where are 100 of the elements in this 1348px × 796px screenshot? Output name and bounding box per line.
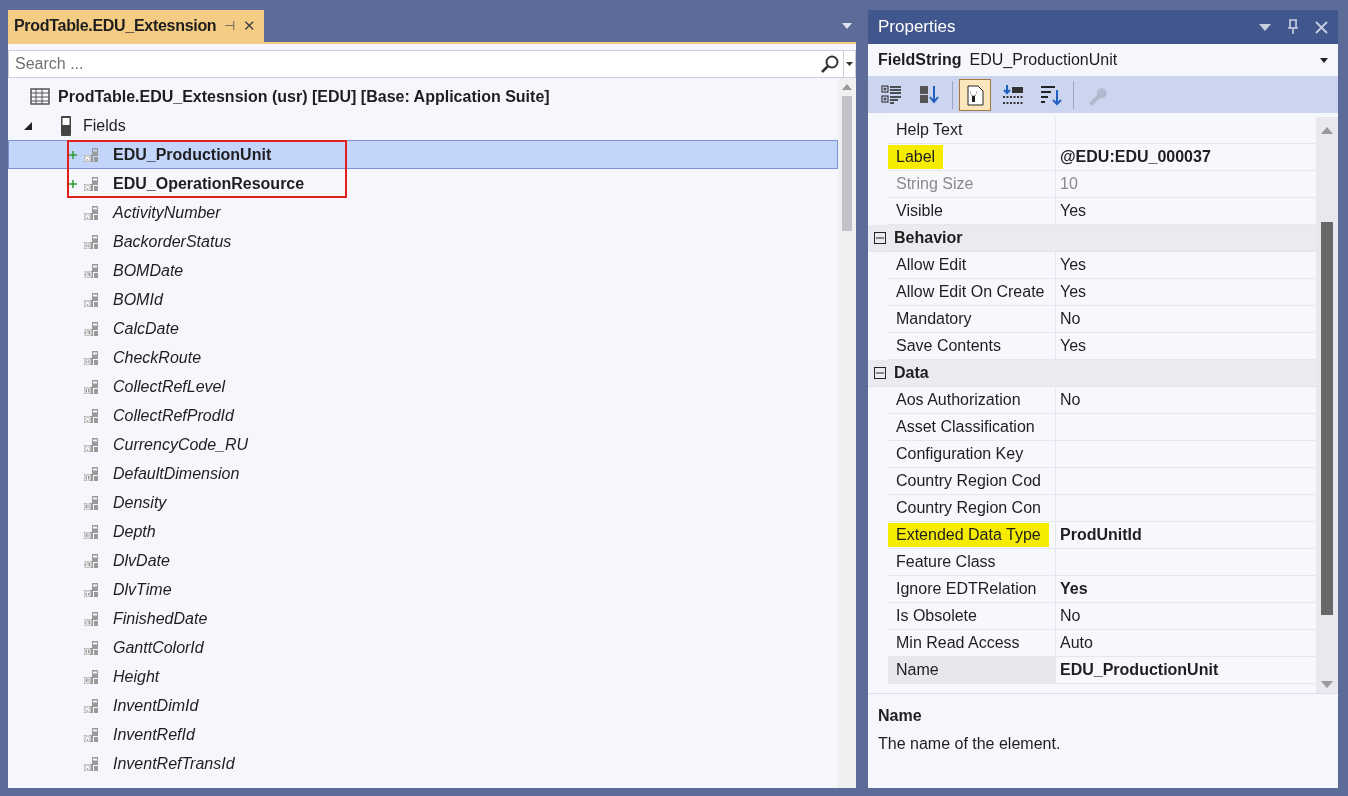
- property-value: Yes: [1060, 336, 1087, 356]
- property-value: No: [1060, 390, 1081, 410]
- property-name-cell[interactable]: Name: [888, 657, 1056, 684]
- property-name-cell[interactable]: Save Contents: [888, 333, 1056, 360]
- category-label: Data: [894, 363, 929, 383]
- property-name: Configuration Key: [895, 444, 1025, 464]
- tree-item[interactable]: EDU_ProductionUnit: [113, 142, 272, 167]
- selected-tree-row[interactable]: EDU_ProductionUnit: [8, 140, 838, 169]
- fields-icon: [60, 114, 72, 137]
- property-name: Min Read Access: [895, 633, 1021, 653]
- field-int-icon: [83, 378, 101, 395]
- property-name-cell[interactable]: Country Region Con: [888, 495, 1056, 522]
- scrollbar-thumb[interactable]: [842, 96, 852, 231]
- tree-item[interactable]: Fields: [83, 113, 126, 138]
- tab-title: ProdTable.EDU_Extesnsion: [14, 16, 217, 36]
- collapse-icon[interactable]: [874, 367, 886, 379]
- field-string-icon: [83, 407, 101, 424]
- field-string-icon: [83, 175, 101, 192]
- property-name-cell[interactable]: Ignore EDTRelation: [888, 576, 1056, 603]
- tree-item[interactable]: CurrencyCode_RU: [113, 432, 249, 457]
- pin-icon[interactable]: ⊣: [224, 16, 236, 36]
- dropdown-icon[interactable]: [1259, 23, 1271, 31]
- field-date-icon: [83, 552, 101, 569]
- property-name: Aos Authorization: [895, 390, 1022, 410]
- property-value: 10: [1060, 174, 1078, 194]
- property-value: No: [1060, 309, 1081, 329]
- tree-item[interactable]: CollectRefProdId: [113, 403, 234, 428]
- search-field[interactable]: Search ...: [8, 50, 856, 78]
- field-int-icon: [83, 639, 101, 656]
- field-string-icon: [83, 146, 101, 163]
- tree-item[interactable]: DefaultDimension: [113, 461, 240, 486]
- tree-item[interactable]: BackorderStatus: [113, 229, 232, 254]
- property-name-cell[interactable]: Allow Edit: [888, 252, 1056, 279]
- property-value: ProdUnitId: [1060, 525, 1142, 545]
- field-date-icon: [83, 610, 101, 627]
- field-time-icon: [83, 581, 101, 598]
- object-selector[interactable]: FieldString EDU_ProductionUnit: [868, 44, 1338, 76]
- field-int-icon: [83, 465, 101, 482]
- property-name: Label: [888, 145, 944, 169]
- property-name: Country Region Con: [895, 498, 1042, 518]
- field-date-icon: [83, 262, 101, 279]
- tree-item[interactable]: GanttColorId: [113, 635, 204, 660]
- scrollbar-thumb[interactable]: [1321, 222, 1333, 615]
- tree-item[interactable]: DlvTime: [113, 577, 172, 602]
- tree-item[interactable]: Density: [113, 490, 167, 515]
- close-icon[interactable]: ✕: [243, 14, 257, 38]
- close-icon[interactable]: [1315, 20, 1328, 34]
- property-name-cell[interactable]: Configuration Key: [888, 441, 1056, 468]
- caret-icon[interactable]: [1320, 57, 1328, 63]
- tree-item[interactable]: CollectRefLevel: [113, 374, 226, 399]
- property-name-cell[interactable]: Mandatory: [888, 306, 1056, 333]
- search-icon[interactable]: [819, 54, 841, 74]
- tree-item[interactable]: Depth: [113, 519, 156, 544]
- pin-icon[interactable]: [1287, 19, 1299, 35]
- collapse-icon[interactable]: [874, 232, 886, 244]
- property-name: Ignore EDTRelation: [895, 579, 1038, 599]
- tree-item[interactable]: FinishedDate: [113, 606, 208, 631]
- tree-item[interactable]: BOMDate: [113, 258, 184, 283]
- description-text: The name of the element.: [878, 734, 1062, 754]
- property-name-cell[interactable]: Help Text: [888, 117, 1056, 144]
- search-field[interactable]: Search ...: [9, 52, 819, 76]
- tree-item[interactable]: BOMId: [113, 287, 163, 312]
- tree-item[interactable]: ProdTable.EDU_Extesnsion (usr) [EDU] [Base: Application Suite]: [58, 84, 550, 109]
- caret-icon[interactable]: [846, 62, 853, 66]
- tree-item[interactable]: EDU_OperationResource: [113, 171, 305, 196]
- property-value: EDU_ProductionUnit: [1060, 660, 1219, 680]
- dropdown-icon[interactable]: [842, 23, 852, 29]
- table-icon: [30, 88, 50, 105]
- field-real-icon: [83, 523, 101, 540]
- tree-item[interactable]: ActivityNumber: [113, 200, 221, 225]
- property-name-cell[interactable]: Country Region Cod: [888, 468, 1056, 495]
- tree-item[interactable]: InventRefId: [113, 722, 195, 747]
- tree-item[interactable]: InventRefTransId: [113, 751, 235, 776]
- tree-item[interactable]: InventDimId: [113, 693, 199, 718]
- property-name-cell[interactable]: Feature Class: [888, 549, 1056, 576]
- property-name: Visible: [895, 201, 944, 221]
- property-name: String Size: [895, 174, 975, 194]
- property-name: Is Obsolete: [895, 606, 978, 626]
- property-name-cell[interactable]: Label: [888, 144, 1056, 171]
- property-name: Asset Classification: [895, 417, 1036, 437]
- document-tab[interactable]: ProdTable.EDU_Extesnsion ⊣ ✕: [8, 10, 265, 42]
- field-enum-icon: [83, 233, 101, 250]
- scrollbar[interactable]: [838, 78, 856, 788]
- property-name-cell[interactable]: Is Obsolete: [888, 603, 1056, 630]
- property-name-cell[interactable]: Visible: [888, 198, 1056, 225]
- tree-item[interactable]: CalcDate: [113, 316, 179, 341]
- property-value: Yes: [1060, 282, 1087, 302]
- panel-title: Properties: [878, 16, 957, 39]
- property-name: Allow Edit On Create: [895, 282, 1046, 302]
- property-name: Name: [895, 660, 940, 680]
- property-name-cell[interactable]: Min Read Access: [888, 630, 1056, 657]
- tree-item[interactable]: CheckRoute: [113, 345, 202, 370]
- field-string-icon: [83, 204, 101, 221]
- scrollbar[interactable]: [1316, 117, 1338, 693]
- property-name-cell[interactable]: Asset Classification: [888, 414, 1056, 441]
- property-name-cell[interactable]: Allow Edit On Create: [888, 279, 1056, 306]
- property-value: Yes: [1060, 255, 1087, 275]
- tree-item[interactable]: Height: [113, 664, 160, 689]
- property-name-cell[interactable]: Aos Authorization: [888, 387, 1056, 414]
- tree-item[interactable]: DlvDate: [113, 548, 170, 573]
